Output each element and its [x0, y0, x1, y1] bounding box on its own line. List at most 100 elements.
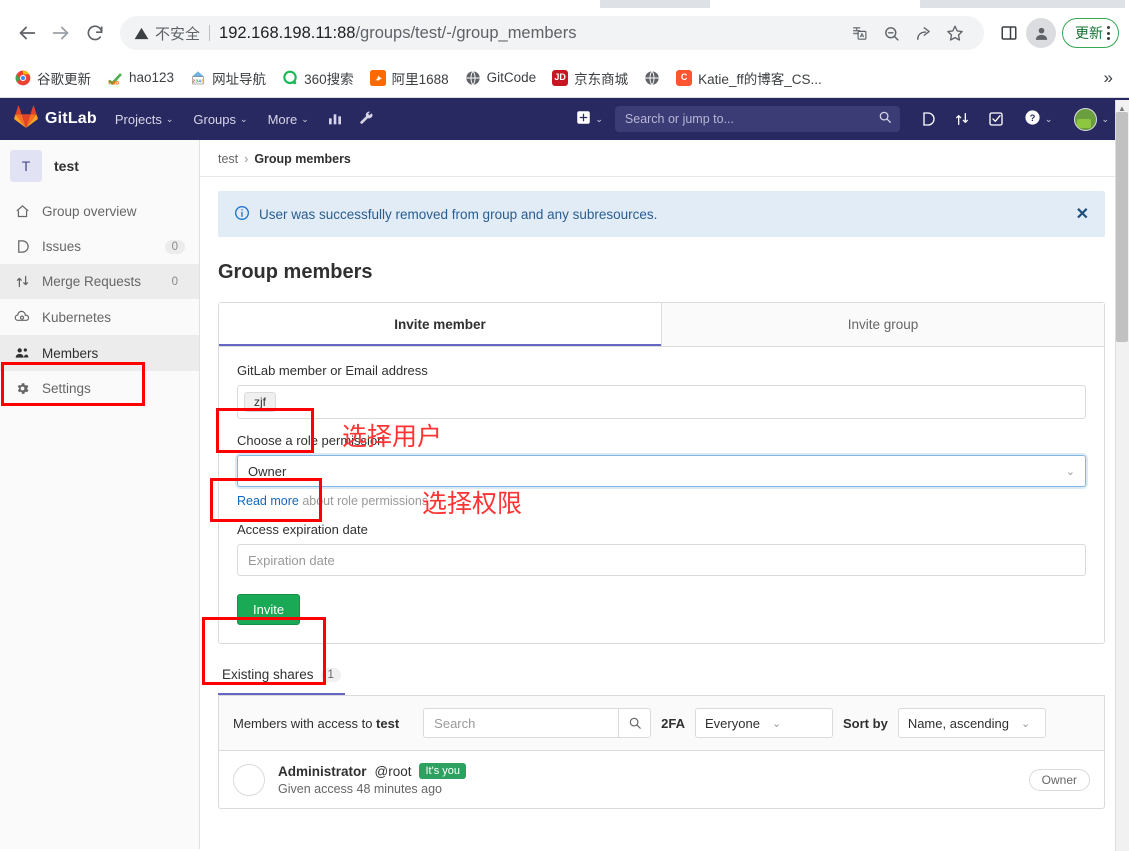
side-panel-icon[interactable]: [994, 18, 1024, 48]
close-icon[interactable]: ✕: [1076, 204, 1089, 224]
existing-shares-count: 1: [320, 667, 341, 682]
browser-tab-active[interactable]: [727, 0, 917, 8]
sidebar-item-merge-requests[interactable]: Merge Requests 0: [0, 264, 199, 299]
members-list-card: Members with access to test Search 2FA E…: [218, 695, 1105, 809]
chevron-down-icon: ⌄: [1065, 465, 1075, 478]
forward-arrow-icon[interactable]: [44, 16, 78, 50]
expiration-placeholder: Expiration date: [248, 552, 335, 568]
search-icon[interactable]: [618, 709, 650, 737]
member-handle: @root: [374, 763, 412, 779]
issues-icon[interactable]: [912, 111, 944, 127]
sidebar-item-kubernetes[interactable]: Kubernetes: [0, 299, 199, 335]
existing-shares-tabs: Existing shares 1: [218, 656, 1105, 695]
back-arrow-icon[interactable]: [10, 16, 44, 50]
bookmark-item[interactable]: 阿里1688: [363, 64, 456, 92]
browser-toolbar: 不安全 192.168.198.11:88/groups/test/-/grou…: [0, 8, 1129, 58]
bookmark-item[interactable]: 360搜索: [275, 64, 361, 92]
tab-invite-group[interactable]: Invite group: [662, 303, 1104, 346]
translate-icon[interactable]: [844, 18, 874, 48]
not-secure-icon: [134, 26, 149, 41]
new-item-dropdown[interactable]: ⌄: [566, 98, 613, 140]
chevron-down-icon: ⌄: [240, 113, 248, 124]
gitlab-brand-label: GitLab: [45, 110, 97, 127]
bookmark-star-icon[interactable]: [940, 18, 970, 48]
chevron-down-icon: ⌄: [771, 717, 782, 730]
members-access-group: test: [376, 715, 400, 731]
table-row: Administrator @root It's you Given acces…: [219, 751, 1104, 808]
sort-by-select[interactable]: Name, ascending ⌄: [897, 708, 1046, 738]
bookmark-item[interactable]: hao hao123: [100, 66, 181, 90]
nav-more[interactable]: More ⌄: [258, 98, 319, 140]
scrollbar-thumb[interactable]: [1116, 112, 1128, 342]
nav-groups-label: Groups: [193, 111, 237, 127]
alert-message: User was successfully removed from group…: [259, 206, 658, 222]
todos-icon[interactable]: [980, 111, 1012, 127]
app-body: T test Group overview Issues 0 Merge Req…: [0, 140, 1129, 849]
invite-form: GitLab member or Email address zjf Choos…: [219, 347, 1104, 643]
role-select[interactable]: Owner ⌄: [237, 455, 1086, 487]
group-avatar: T: [10, 150, 42, 182]
help-dropdown[interactable]: ? ⌄: [1014, 98, 1063, 140]
members-icon: [14, 345, 30, 361]
chrome-menu-icon[interactable]: [1107, 26, 1110, 40]
chevron-down-icon: ⌄: [1020, 717, 1031, 730]
share-icon[interactable]: [908, 18, 938, 48]
bookmark-label: hao123: [129, 70, 175, 85]
zoom-out-icon[interactable]: [876, 18, 906, 48]
browser-tab[interactable]: [920, 0, 1125, 8]
reload-icon[interactable]: [78, 16, 112, 50]
user-menu[interactable]: ⌄: [1064, 98, 1119, 140]
sidebar-item-group-overview[interactable]: Group overview: [0, 194, 199, 229]
merge-requests-icon: [14, 274, 30, 289]
tab-existing-shares[interactable]: Existing shares 1: [218, 656, 345, 695]
browser-tab[interactable]: [600, 0, 710, 8]
chevron-down-icon: ⌄: [1044, 113, 1053, 124]
chevron-down-icon: ⌄: [595, 113, 603, 124]
twofa-filter-select[interactable]: Everyone ⌄: [695, 708, 834, 738]
member-token[interactable]: zjf: [244, 392, 276, 412]
bookmark-item[interactable]: [637, 66, 667, 90]
bookmark-item[interactable]: 2345 网址导航: [183, 64, 273, 92]
nav-more-label: More: [267, 111, 298, 127]
sidebar-item-settings[interactable]: Settings: [0, 371, 199, 406]
sidebar-item-issues[interactable]: Issues 0: [0, 229, 199, 264]
bookmark-item[interactable]: JD 京东商城: [545, 64, 635, 92]
gitlab-logo[interactable]: GitLab: [10, 105, 105, 133]
search-field[interactable]: [622, 111, 878, 127]
bookmark-item[interactable]: 谷歌更新: [8, 64, 98, 92]
member-role-badge: Owner: [1028, 768, 1090, 791]
members-search-input[interactable]: Search: [423, 708, 652, 738]
breadcrumb-root[interactable]: test: [218, 152, 238, 166]
sidebar-item-members[interactable]: Members: [0, 335, 199, 371]
members-toolbar: Members with access to test Search 2FA E…: [219, 696, 1104, 751]
merge-requests-icon[interactable]: [946, 111, 978, 127]
success-alert: User was successfully removed from group…: [218, 191, 1105, 237]
chevron-down-icon: ⌄: [301, 113, 309, 124]
360-search-icon: [282, 70, 298, 86]
sidebar-count: 0: [164, 239, 185, 254]
profile-avatar-icon[interactable]: [1026, 18, 1056, 48]
nav-groups[interactable]: Groups ⌄: [183, 98, 257, 140]
sidebar-group-header[interactable]: T test: [0, 140, 199, 194]
expiration-input[interactable]: Expiration date: [237, 544, 1086, 576]
role-helper-text: Read more about role permissions: [237, 494, 1086, 508]
url-host: 192.168.198.11:88: [219, 23, 356, 42]
analytics-icon[interactable]: [319, 111, 351, 127]
url-path: /groups/test/-/group_members: [355, 23, 577, 42]
sidebar-label: Settings: [42, 381, 91, 396]
invite-button[interactable]: Invite: [237, 594, 301, 625]
breadcrumb-current: Group members: [254, 152, 351, 166]
alibaba-1688-icon: [369, 69, 386, 86]
bookmark-item[interactable]: GitCode: [458, 66, 544, 90]
member-input[interactable]: zjf: [237, 385, 1086, 419]
search-input[interactable]: [614, 106, 900, 132]
role-select-wrap: Owner ⌄: [237, 455, 1086, 487]
update-button[interactable]: 更新: [1062, 18, 1119, 48]
tab-invite-member[interactable]: Invite member: [219, 303, 662, 346]
bookmarks-overflow-button[interactable]: »: [1096, 68, 1121, 88]
bookmark-item[interactable]: C Katie_ff的博客_CS...: [669, 64, 829, 92]
read-more-link[interactable]: Read more: [237, 494, 299, 508]
address-bar[interactable]: 不安全 192.168.198.11:88/groups/test/-/grou…: [120, 16, 984, 50]
wrench-icon[interactable]: [351, 111, 383, 127]
nav-projects[interactable]: Projects ⌄: [105, 98, 184, 140]
